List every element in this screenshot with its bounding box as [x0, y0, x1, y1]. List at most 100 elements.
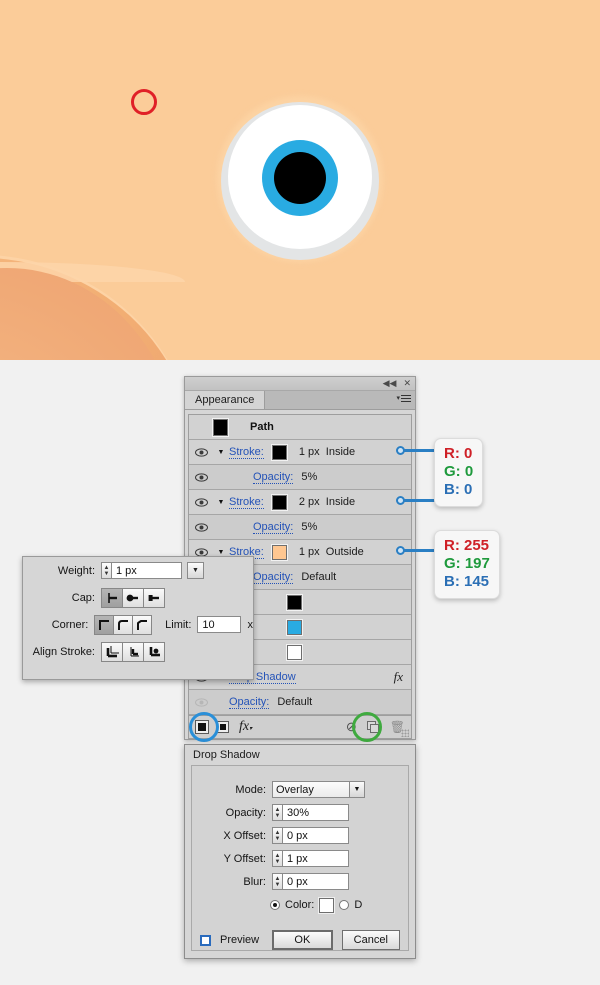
expand-triangle-icon[interactable]: ▼ [213, 449, 229, 456]
fill-color-swatch[interactable] [286, 593, 303, 611]
opacity-label[interactable]: Opacity: [229, 696, 270, 709]
darkness-radio[interactable] [339, 900, 350, 910]
fill-color-swatch[interactable] [286, 643, 303, 661]
cap-butt-icon[interactable] [101, 587, 123, 608]
stroke-weight-align: 1 px Outside [299, 546, 364, 558]
weight-dropdown-icon[interactable]: ▼ [187, 562, 204, 579]
align-stroke-center-icon[interactable] [101, 641, 123, 662]
opacity-label: Opacity: [225, 806, 266, 819]
visibility-eye-icon[interactable] [189, 497, 213, 507]
mode-row: Mode: Overlay ▼ [192, 778, 408, 801]
visibility-eye-icon[interactable] [189, 472, 213, 482]
dialog-title: Drop Shadow [193, 749, 260, 761]
x-offset-row: X Offset: ▲ ▼ 0 px [192, 824, 408, 847]
stroke-weight-align: 1 px Inside [299, 446, 355, 458]
x-offset-stepper[interactable]: ▲ ▼ [272, 827, 283, 844]
opacity-input[interactable]: 30% [283, 804, 349, 821]
add-new-fill-button[interactable] [217, 721, 229, 733]
shadow-color-swatch[interactable] [318, 896, 336, 914]
stroke-cap-row: Cap: [23, 584, 253, 611]
stroke-weight: 1 px [298, 446, 320, 458]
rgb-green-value: G: 0 [444, 463, 474, 480]
rgb-red-value: R: 0 [444, 445, 473, 462]
x-offset-input[interactable]: 0 px [283, 827, 349, 844]
y-offset-stepper[interactable]: ▲ ▼ [272, 850, 283, 867]
collapse-icon[interactable]: ◀◀ [383, 379, 397, 388]
corner-bevel-icon[interactable] [132, 614, 153, 635]
color-mode-row: Color: D [192, 893, 408, 917]
opacity-label[interactable]: Opacity: [253, 521, 294, 534]
cap-round-icon[interactable] [122, 587, 144, 608]
stroke-color-swatch[interactable] [270, 493, 288, 511]
stroke-color-swatch[interactable] [270, 543, 288, 561]
preview-label: Preview [220, 934, 260, 946]
fx-icon[interactable]: fx [394, 669, 403, 685]
color-radio[interactable] [270, 900, 280, 910]
table-row[interactable]: ▼ Stroke: 1 px Inside [189, 440, 411, 465]
cancel-button[interactable]: Cancel [341, 930, 400, 950]
chevron-down-icon[interactable]: ▼ [350, 781, 365, 798]
opacity-value: Default [277, 696, 313, 708]
weight-input[interactable]: 1 px [112, 562, 182, 579]
clear-appearance-icon[interactable]: ⊘ [346, 719, 357, 735]
expand-triangle-icon[interactable]: ▼ [213, 549, 229, 556]
duplicate-item-icon[interactable] [366, 720, 380, 734]
expand-triangle-icon[interactable]: ▼ [213, 499, 229, 506]
resize-grip[interactable] [401, 729, 409, 737]
opacity-value: 5% [301, 471, 318, 483]
table-row[interactable]: Opacity: Default [189, 690, 411, 715]
stroke-options-panel: Weight: ▲ ▼ 1 px ▼ Cap: Corner: Limit: 10… [22, 556, 254, 680]
corner-miter-icon[interactable] [94, 614, 115, 635]
y-offset-label: Y Offset: [223, 852, 266, 865]
opacity-row: Opacity: ▲ ▼ 30% [192, 801, 408, 824]
stroke-weight: 1 px [298, 546, 320, 558]
eye-pupil [274, 152, 326, 204]
corner-label: Corner: [51, 618, 89, 631]
weight-stepper[interactable]: ▲ ▼ [101, 562, 112, 579]
chevron-down-icon: ▾ [396, 395, 400, 402]
mode-label: Mode: [235, 783, 266, 796]
appearance-path-row[interactable]: Path [189, 415, 411, 440]
fill-color-swatch[interactable] [286, 618, 303, 636]
blur-stepper[interactable]: ▲ ▼ [272, 873, 283, 890]
stroke-color-swatch[interactable] [270, 443, 288, 461]
visibility-eye-icon[interactable] [189, 522, 213, 532]
add-new-stroke-button[interactable] [195, 720, 209, 734]
align-stroke-outside-icon[interactable] [143, 641, 165, 662]
fx-menu-button[interactable]: fx▾ [239, 719, 252, 735]
preview-checkbox[interactable] [200, 934, 211, 946]
rgb-blue-value: B: 145 [444, 573, 490, 590]
darkness-label: D [354, 899, 363, 911]
tab-appearance[interactable]: Appearance [185, 391, 266, 409]
opacity-label[interactable]: Opacity: [253, 471, 294, 484]
panel-tab-bar: Appearance ▾ [185, 391, 415, 410]
limit-input[interactable]: 10 [197, 616, 242, 633]
opacity-stepper[interactable]: ▲ ▼ [272, 804, 283, 821]
blur-label: Blur: [243, 875, 266, 888]
stroke-label[interactable]: Stroke: [229, 446, 264, 459]
path-swatch[interactable] [212, 417, 229, 437]
stroke-label[interactable]: Stroke: [229, 496, 264, 509]
align-stroke-inside-icon[interactable] [122, 641, 144, 662]
y-offset-input[interactable]: 1 px [283, 850, 349, 867]
stroke-align: Inside [325, 446, 356, 458]
x-offset-label: X Offset: [223, 829, 266, 842]
close-icon[interactable]: ✕ [403, 379, 411, 388]
corner-round-icon[interactable] [113, 614, 134, 635]
visibility-eye-icon[interactable] [189, 697, 213, 707]
opacity-label[interactable]: Opacity: [253, 571, 294, 584]
visibility-eye-icon[interactable] [189, 447, 213, 457]
blur-input[interactable]: 0 px [283, 873, 349, 890]
rgb-blue-value: B: 0 [444, 481, 473, 498]
table-row[interactable]: ▼ Stroke: 2 px Inside [189, 490, 411, 515]
stroke-weight: 2 px [298, 496, 320, 508]
panel-menu-icon[interactable]: ▾ [396, 394, 411, 402]
table-row[interactable]: Opacity: 5% [189, 465, 411, 490]
dialog-content: Mode: Overlay ▼ Opacity: ▲ ▼ 30% X Offset… [191, 765, 409, 951]
rgb-red-value: R: 255 [444, 537, 490, 554]
ok-button[interactable]: OK [272, 930, 333, 950]
cap-projecting-icon[interactable] [143, 587, 165, 608]
table-row[interactable]: Opacity: 5% [189, 515, 411, 540]
mode-select[interactable]: Overlay [272, 781, 350, 798]
callout-anchor-2 [396, 496, 405, 505]
